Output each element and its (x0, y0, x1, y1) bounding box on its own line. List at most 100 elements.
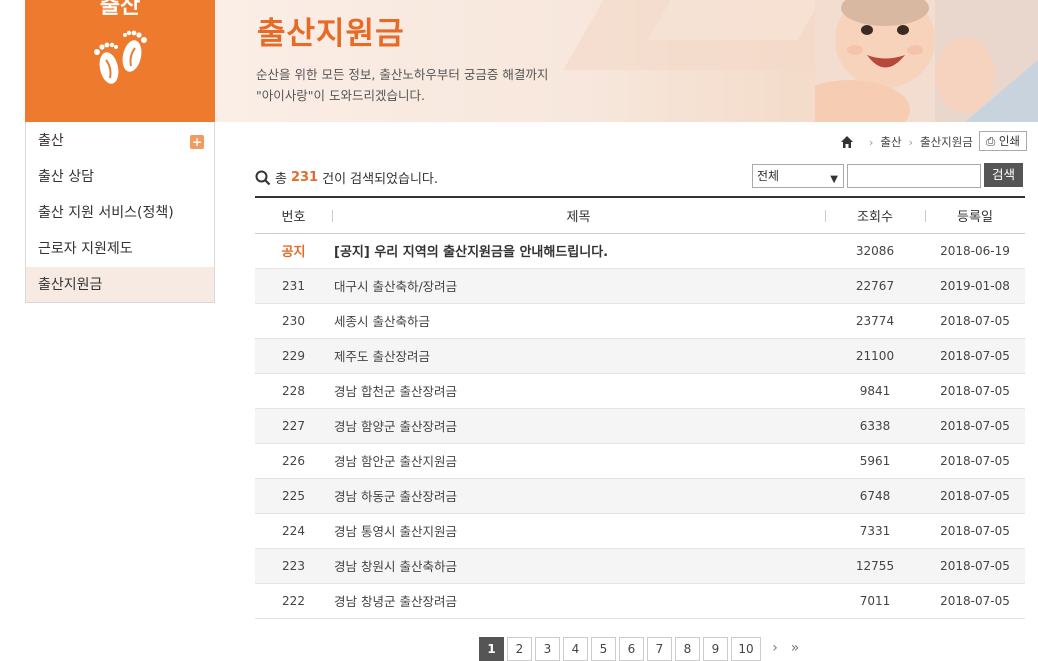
table-row[interactable]: 224 경남 통영시 출산지원금 7331 2018-07-05 (255, 513, 1025, 549)
row-date: 2018-07-05 (925, 408, 1025, 444)
row-views: 12755 (825, 548, 925, 584)
pagination: 1 2 3 4 5 6 7 8 9 10 ›» (479, 637, 804, 661)
row-number: 230 (255, 303, 332, 339)
row-date: 2018-07-05 (925, 338, 1025, 374)
print-button[interactable]: ⎙ 인쇄 (979, 131, 1027, 151)
sidebar-item-label: 출산지원금 (38, 277, 103, 293)
sidebar-item-label: 출산 지원 서비스(정책) (38, 205, 174, 221)
row-date: 2018-07-05 (925, 373, 1025, 409)
banner: 출산지원금 순산을 위한 모든 정보, 출산노하우부터 궁금증 해결까지 "아이… (215, 0, 1038, 122)
select-value: 전체 (757, 169, 780, 183)
page-9-button[interactable]: 9 (703, 637, 728, 661)
page-8-button[interactable]: 8 (675, 637, 700, 661)
printer-icon: ⎙ (985, 134, 996, 148)
page-6-button[interactable]: 6 (619, 637, 644, 661)
page-10-button[interactable]: 10 (731, 637, 761, 661)
table-row[interactable]: 231 대구시 출산축하/장려금 22767 2019-01-08 (255, 268, 1025, 304)
row-views: 23774 (825, 303, 925, 339)
banner-description: 순산을 위한 모든 정보, 출산노하우부터 궁금증 해결까지 "아이사랑"이 도… (256, 64, 548, 106)
column-header-views: 조회수 (825, 196, 925, 234)
page-5-button[interactable]: 5 (591, 637, 616, 661)
page-7-button[interactable]: 7 (647, 637, 672, 661)
row-subject-link[interactable]: 제주도 출산장려금 (332, 338, 825, 374)
table-body: 공지 [공지] 우리 지역의 출산지원금을 안내해드립니다. 32086 2018-0… (255, 233, 1025, 619)
row-subject-link[interactable]: 경남 함안군 출산지원금 (332, 443, 825, 479)
row-subject-link[interactable]: 경남 합천군 출산장려금 (332, 373, 825, 409)
row-number: 222 (255, 583, 332, 619)
next-page-icon[interactable]: › (766, 637, 784, 661)
sidebar-header: 출산 (25, 0, 215, 122)
sidebar-item-worker-support[interactable]: 근로자 지원제도 (26, 230, 214, 266)
sidebar-item-support-service[interactable]: 출산 지원 서비스(정책) (26, 194, 214, 230)
page-2-button[interactable]: 2 (507, 637, 532, 661)
table-row[interactable]: 229 제주도 출산장려금 21100 2018-07-05 (255, 338, 1025, 374)
row-subject-link[interactable]: [공지] 우리 지역의 출산지원금을 안내해드립니다. (332, 233, 825, 269)
row-subject-link[interactable]: 경남 통영시 출산지원금 (332, 513, 825, 549)
sidebar-menu: 출산 + 출산 상담 출산 지원 서비스(정책) 근로자 지원제도 출산지원금 (25, 122, 215, 303)
row-views: 32086 (825, 233, 925, 269)
page-3-button[interactable]: 3 (535, 637, 560, 661)
row-number: 225 (255, 478, 332, 514)
page-4-button[interactable]: 4 (563, 637, 588, 661)
breadcrumb-item[interactable]: 출산지원금 (920, 134, 973, 150)
sidebar-item-birth[interactable]: 출산 + (26, 122, 214, 158)
table-row[interactable]: 227 경남 함양군 출산장려금 6338 2018-07-05 (255, 408, 1025, 444)
sidebar-title: 출산 (99, 0, 141, 19)
sidebar-item-consult[interactable]: 출산 상담 (26, 158, 214, 194)
table-row[interactable]: 225 경남 하동군 출산장려금 6748 2018-07-05 (255, 478, 1025, 514)
row-subject-link[interactable]: 경남 창녕군 출산장려금 (332, 583, 825, 619)
chevron-right-icon: › (908, 135, 913, 149)
row-subject-link[interactable]: 대구시 출산축하/장려금 (332, 268, 825, 304)
row-number: 공지 (255, 233, 332, 269)
result-suffix: 건이 검색되었습니다. (322, 172, 439, 187)
banner-desc-line: 순산을 위한 모든 정보, 출산노하우부터 궁금증 해결까지 (256, 67, 549, 82)
banner-desc-line: "아이사랑"이 도와드리겠습니다. (256, 88, 425, 103)
result-count: 총 231 건이 검색되었습니다. (255, 168, 438, 187)
page-title: 출산지원금 (257, 16, 405, 52)
table-row[interactable]: 222 경남 창녕군 출산장려금 7011 2018-07-05 (255, 583, 1025, 619)
row-views: 6748 (825, 478, 925, 514)
row-subject-link[interactable]: 세종시 출산축하금 (332, 303, 825, 339)
row-subject-link[interactable]: 경남 함양군 출산장려금 (332, 408, 825, 444)
home-icon[interactable] (840, 135, 854, 149)
table-row[interactable]: 223 경남 창원시 출산축하금 12755 2018-07-05 (255, 548, 1025, 584)
search-input[interactable] (847, 164, 981, 188)
sidebar-item-subsidy[interactable]: 출산지원금 (26, 266, 214, 302)
plus-icon[interactable]: + (190, 135, 204, 149)
result-prefix: 총 (275, 172, 287, 187)
search-icon (255, 170, 271, 185)
search-button[interactable]: 검색 (984, 163, 1023, 187)
row-date: 2018-07-05 (925, 583, 1025, 619)
row-date: 2018-07-05 (925, 443, 1025, 479)
row-number: 228 (255, 373, 332, 409)
column-header-number: 번호 (255, 196, 332, 234)
row-views: 22767 (825, 268, 925, 304)
row-subject-link[interactable]: 경남 창원시 출산축하금 (332, 548, 825, 584)
row-date: 2018-06-19 (925, 233, 1025, 269)
row-date: 2018-07-05 (925, 513, 1025, 549)
sidebar-item-label: 출산 상담 (38, 169, 94, 185)
column-header-date: 등록일 (925, 196, 1025, 234)
baby-feet-icon (94, 30, 147, 84)
table-row[interactable]: 230 세종시 출산축하금 23774 2018-07-05 (255, 303, 1025, 339)
chevron-right-icon: › (869, 135, 874, 149)
notice-row[interactable]: 공지 [공지] 우리 지역의 출산지원금을 안내해드립니다. 32086 2018-0… (255, 233, 1025, 269)
row-views: 21100 (825, 338, 925, 374)
table-row[interactable]: 228 경남 합천군 출산장려금 9841 2018-07-05 (255, 373, 1025, 409)
row-number: 227 (255, 408, 332, 444)
table-row[interactable]: 226 경남 함안군 출산지원금 5961 2018-07-05 (255, 443, 1025, 479)
page-1-button[interactable]: 1 (479, 637, 504, 661)
row-views: 5961 (825, 443, 925, 479)
last-page-icon[interactable]: » (786, 637, 804, 661)
row-date: 2019-01-08 (925, 268, 1025, 304)
row-views: 9841 (825, 373, 925, 409)
row-views: 6338 (825, 408, 925, 444)
row-views: 7331 (825, 513, 925, 549)
row-subject-link[interactable]: 경남 하동군 출산장려금 (332, 478, 825, 514)
print-label: 인쇄 (998, 134, 1021, 148)
search-category-select[interactable]: 전체 ▼ (752, 164, 844, 188)
row-number: 223 (255, 548, 332, 584)
row-views: 7011 (825, 583, 925, 619)
row-number: 229 (255, 338, 332, 374)
breadcrumb-item[interactable]: 출산 (880, 134, 901, 150)
